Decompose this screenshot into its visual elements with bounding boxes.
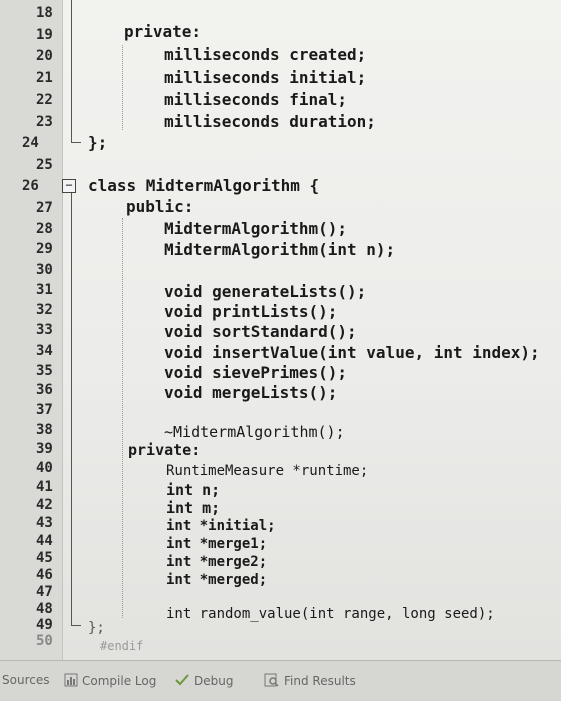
find-results-label: Find Results (284, 674, 356, 688)
find-results-icon (264, 673, 280, 690)
code-line: private: (128, 441, 201, 459)
line-number: 20 (36, 48, 53, 64)
code-line: }; (88, 620, 105, 636)
line-number: 39 (36, 441, 53, 457)
line-number: 19 (36, 27, 53, 43)
code-line: int n; (166, 481, 221, 499)
line-number: 45 (36, 550, 53, 566)
line-number: 36 (36, 382, 53, 398)
line-number: 43 (36, 515, 53, 531)
code-line: void mergeLists(); (164, 383, 338, 402)
code-line: class MidtermAlgorithm { (88, 176, 320, 195)
line-number: 38 (36, 422, 53, 438)
code-line: int *merge1; (166, 536, 268, 552)
indent-guide (122, 45, 123, 130)
line-number: 18 (36, 5, 53, 21)
code-line: int *initial; (166, 518, 276, 534)
line-number-gutter: 18 19 20 21 22 23 24 25 26 27 28 29 30 3… (0, 0, 63, 660)
code-line: void generateLists(); (164, 282, 367, 301)
line-number: 27 (36, 200, 53, 216)
code-line: milliseconds final; (164, 90, 348, 109)
code-editor[interactable]: 18 19 20 21 22 23 24 25 26 27 28 29 30 3… (0, 0, 561, 660)
line-number: 28 (36, 221, 53, 237)
code-line: }; (88, 133, 108, 152)
bottom-panel-tabs: Sources Compile Log Debug Find Results (0, 660, 561, 701)
compile-log-label: Compile Log (82, 674, 157, 688)
line-number: 46 (36, 567, 53, 583)
code-line: MidtermAlgorithm(); (164, 219, 348, 238)
fold-guide-line (71, 0, 72, 142)
code-line: void insertValue(int value, int index); (164, 343, 540, 362)
code-line: int random_value(int range, long seed); (166, 606, 495, 622)
code-line: MidtermAlgorithm(int n); (164, 240, 396, 259)
line-number: 22 (36, 92, 53, 108)
code-line: ~MidtermAlgorithm(); (164, 423, 345, 441)
code-line: int m; (166, 499, 221, 517)
code-line: void sievePrimes(); (164, 363, 348, 382)
tab-find-results[interactable]: Find Results (264, 673, 356, 690)
line-number: 29 (36, 241, 53, 257)
line-number: 32 (36, 302, 53, 318)
line-number: 26 (22, 178, 39, 194)
line-number: 34 (36, 343, 53, 359)
code-line: #endif (100, 639, 144, 653)
code-line: milliseconds created; (164, 45, 367, 64)
checkmark-icon (174, 673, 190, 690)
tab-sources[interactable]: Sources (2, 673, 49, 687)
fold-guide-end (71, 625, 81, 626)
line-number: 23 (36, 114, 53, 130)
fold-guide-line (71, 193, 72, 625)
line-number: 21 (36, 70, 53, 86)
code-line: int *merge2; (166, 554, 268, 570)
line-number: 41 (36, 479, 53, 495)
compile-log-icon (64, 673, 78, 690)
line-number: 35 (36, 363, 53, 379)
fold-guide-end (71, 142, 81, 143)
tab-debug[interactable]: Debug (174, 673, 233, 690)
code-line: void sortStandard(); (164, 322, 357, 341)
line-number: 24 (22, 135, 39, 151)
code-line: public: (126, 197, 194, 216)
code-line: milliseconds duration; (164, 112, 376, 131)
code-line: milliseconds initial; (164, 68, 367, 87)
line-number: 50 (36, 633, 53, 649)
code-line: RuntimeMeasure *runtime; (166, 463, 369, 479)
collapse-block-icon[interactable]: − (62, 179, 76, 193)
line-number: 40 (36, 460, 53, 476)
debug-label: Debug (194, 674, 234, 688)
line-number: 33 (36, 322, 53, 338)
line-number: 37 (36, 402, 53, 418)
line-number: 25 (36, 157, 53, 173)
line-number: 42 (36, 497, 53, 513)
code-line: void printLists(); (164, 302, 338, 321)
line-number: 47 (36, 584, 53, 600)
line-number: 30 (36, 262, 53, 278)
indent-guide (122, 218, 123, 618)
tab-compile-log[interactable]: Compile Log (64, 673, 156, 690)
code-line: int *merged; (166, 572, 268, 588)
line-number: 31 (36, 282, 53, 298)
code-line: private: (124, 22, 202, 41)
line-number: 44 (36, 533, 53, 549)
